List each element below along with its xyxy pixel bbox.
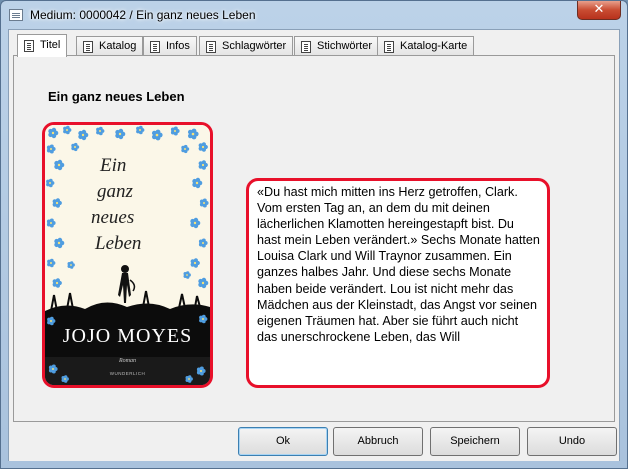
page-title: Ein ganz neues Leben (48, 89, 185, 104)
cover-genre: Roman (118, 358, 136, 364)
tab-titel[interactable]: Titel (17, 34, 68, 57)
cover-title-line: ganz (97, 181, 134, 202)
client-area: Titel Katalog Infos Schlagwörter Stichwö… (8, 29, 620, 461)
document-icon (83, 41, 93, 53)
cover-title-line: Leben (94, 233, 141, 254)
window-title: Medium: 0000042 / Ein ganz neues Leben (30, 8, 256, 22)
ok-button[interactable]: Ok (238, 427, 328, 456)
document-icon (301, 41, 311, 53)
tab-panel-titel: Ein ganz neues Leben Ein ganz neues Lebe… (13, 55, 615, 422)
document-icon (9, 9, 23, 21)
tab-label: Katalog (99, 40, 137, 52)
tab-katalog[interactable]: Katalog (76, 36, 144, 56)
undo-button[interactable]: Undo (527, 427, 617, 456)
tab-label: Titel (40, 39, 61, 51)
document-icon (384, 41, 394, 53)
cover-author: JOJO MOYES (63, 325, 192, 347)
cancel-button[interactable]: Abbruch (333, 427, 423, 456)
cover-image: Ein ganz neues Leben JOJO MOYES Roman WU… (45, 125, 210, 385)
button-bar: Ok Abbruch Speichern Undo (9, 425, 619, 461)
cover-title-line: neues (91, 207, 134, 228)
title-bar[interactable]: Medium: 0000042 / Ein ganz neues Leben ✕ (1, 1, 627, 29)
document-icon (150, 41, 160, 53)
tab-stichwoerter[interactable]: Stichwörter (294, 36, 380, 56)
document-icon (206, 41, 216, 53)
tab-katalog-karte[interactable]: Katalog-Karte (377, 36, 475, 56)
cover-publisher: WUNDERLICH (110, 371, 146, 376)
blurb-text[interactable]: «Du hast mich mitten ins Herz getroffen,… (246, 178, 550, 388)
window: Medium: 0000042 / Ein ganz neues Leben ✕… (0, 0, 628, 469)
tab-label: Katalog-Karte (400, 40, 468, 52)
document-icon (24, 40, 34, 52)
tab-label: Infos (166, 40, 190, 52)
book-cover[interactable]: Ein ganz neues Leben JOJO MOYES Roman WU… (42, 122, 213, 388)
close-button[interactable]: ✕ (577, 1, 621, 20)
tab-schlagwoerter[interactable]: Schlagwörter (199, 36, 294, 56)
cover-title-line: Ein (99, 155, 126, 176)
save-button[interactable]: Speichern (430, 427, 520, 456)
tab-label: Schlagwörter (222, 40, 287, 52)
close-icon: ✕ (593, 2, 605, 17)
tab-infos[interactable]: Infos (143, 36, 197, 56)
tab-label: Stichwörter (317, 40, 373, 52)
